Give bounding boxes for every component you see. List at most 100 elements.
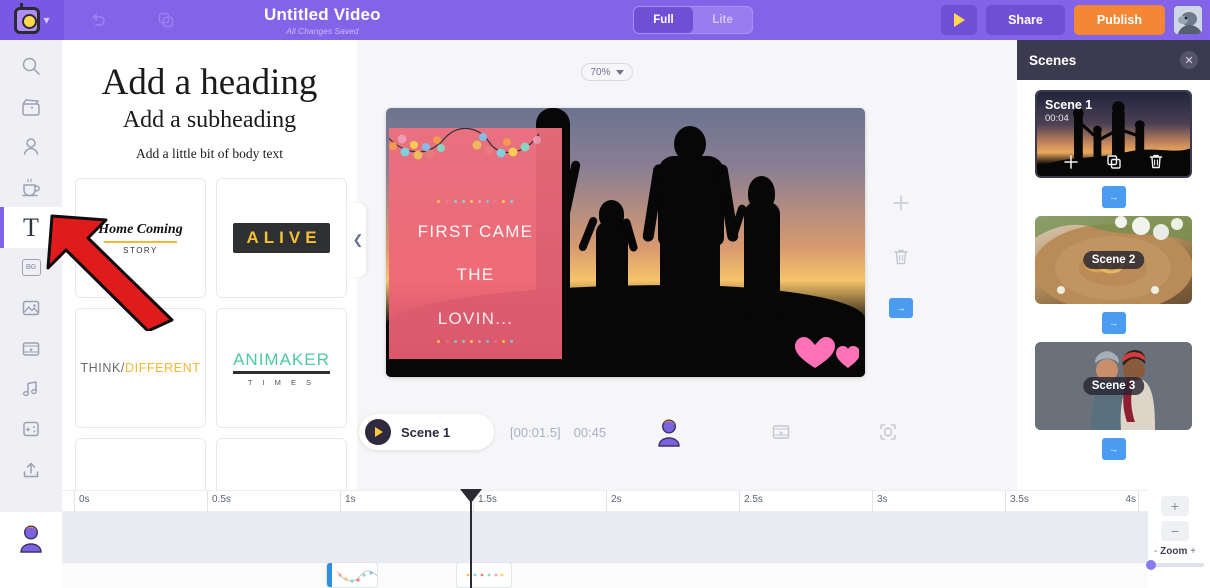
sidebar-item-text[interactable]: T [0,207,62,247]
scene-thumbnail-2[interactable]: Scene 2 [1035,216,1192,304]
zoom-slider[interactable] [1146,563,1204,567]
ruler-tick: 4s [1138,491,1139,513]
page-title: Untitled Video [264,5,381,25]
add-scene-between-2-3[interactable]: → [1102,312,1126,334]
copy-icon [156,10,176,30]
scene-play-pill[interactable]: Scene 1 [359,414,494,450]
timeline-ruler[interactable]: 0s 0.5s 1s 1.5s 2s 2.5s 3s 3.5s 4s [62,490,1148,512]
tick-label: 3s [877,494,888,505]
sidebar-item-effects[interactable] [0,409,62,449]
text-template-think-different[interactable]: THINK/DIFFERENT [75,308,206,428]
text-template-6[interactable] [216,438,347,490]
current-scene-label: Scene 1 [401,425,450,440]
zoom-slider-knob[interactable] [1146,560,1156,570]
timeline-tracks[interactable] [62,512,1148,588]
collapse-panel-button[interactable]: ❮ [350,203,366,277]
scene-add-button[interactable] [1063,153,1079,170]
text-template-home-coming[interactable]: Home Coming STORY [75,178,206,298]
transition-button[interactable]: → [889,298,913,318]
text-template-5[interactable] [75,438,206,490]
coffee-cup-icon [20,176,42,198]
chevron-down-icon [616,70,624,75]
add-heading-option[interactable]: Add a heading [72,62,347,103]
tick-label: 2.5s [744,494,763,505]
publish-button[interactable]: Publish [1074,5,1165,35]
left-toolbar: T BG [0,40,62,490]
scene-thumbnail-3[interactable]: Scene 3 [1035,342,1192,430]
timeline-track-row[interactable] [62,562,1148,588]
search-icon [20,55,42,77]
sidebar-item-video-clip[interactable] [0,329,62,369]
account-avatar[interactable] [16,523,46,553]
tick-label: 0.5s [212,494,231,505]
chevron-down-icon[interactable]: ▾ [43,14,49,26]
sidebar-item-image[interactable] [0,288,62,328]
character-avatar-icon [16,523,46,553]
zoom-out-button[interactable]: − [1161,521,1189,541]
scene-name: Scene 1 [1045,98,1092,112]
scene-duration: 00:04 [1045,113,1069,124]
mode-toggle[interactable]: Full Lite [633,6,753,34]
video-canvas[interactable]: First came the lovin... [386,108,865,377]
overlay-text-line-3: lovin... [389,297,562,340]
text-overlay-card[interactable]: First came the lovin... [389,128,562,359]
scene-actions [1037,153,1190,170]
add-video-button[interactable] [770,421,792,443]
heart-icons [793,335,859,369]
sidebar-item-prop[interactable] [0,167,62,207]
zoom-label-row: - Zoom + [1146,546,1204,557]
timeline-clip-1[interactable] [326,562,378,588]
duplicate-button[interactable] [132,0,200,40]
scene-delete-button[interactable] [1148,153,1164,170]
logo-button[interactable]: ▾ [0,0,64,40]
sidebar-item-video[interactable] [0,86,62,126]
sidebar-item-music[interactable] [0,369,62,409]
undo-button[interactable] [64,0,132,40]
tick-label: 0s [79,494,90,505]
project-title-block[interactable]: Untitled Video All Changes Saved [264,5,381,36]
scene-play-button[interactable] [365,419,391,445]
scene-thumbnail-1[interactable]: Scene 1 00:04 [1035,90,1192,178]
zoom-in-button[interactable]: + [1161,496,1189,516]
add-element-button[interactable] [888,190,914,216]
sidebar-item-character[interactable] [0,127,62,167]
text-template-animaker-times[interactable]: ANIMAKER T I M E S [216,308,347,428]
scenes-panel: Scenes ✕ Scene 1 00:04 [1017,40,1210,490]
delete-element-button[interactable] [888,244,914,270]
undo-icon [88,10,108,30]
add-body-text-option[interactable]: Add a little bit of body text [72,146,347,162]
overlay-text-line-2: the [389,253,562,296]
clip-left-handle[interactable] [327,563,332,587]
avatar[interactable] [1174,6,1202,34]
play-icon [375,427,383,437]
figure-adult-center-legs [660,236,720,326]
add-character-button[interactable] [654,417,684,447]
plus-icon [892,194,910,212]
film-icon [770,421,792,443]
tab-full[interactable]: Full [634,7,693,33]
close-icon[interactable]: ✕ [1180,51,1198,69]
timeline-playhead[interactable] [470,490,472,588]
trash-icon [1148,153,1164,170]
image-icon [20,297,42,319]
scenes-panel-header: Scenes ✕ [1017,40,1210,80]
tab-lite[interactable]: Lite [693,7,752,33]
zoom-plus-label: + [1190,546,1196,557]
text-template-alive[interactable]: ALIVE [216,178,347,298]
add-scene-after-3[interactable]: → [1102,438,1126,460]
add-scene-between-1-2[interactable]: → [1102,186,1126,208]
share-button[interactable]: Share [986,5,1065,35]
canvas-zoom-selector[interactable]: 70% [581,63,633,81]
timeline-clip-2[interactable] [456,562,512,588]
scene-duplicate-button[interactable] [1106,153,1122,170]
sidebar-item-search[interactable] [0,46,62,86]
playhead-handle[interactable] [460,489,482,503]
template-subtitle: STORY [98,246,182,255]
scene-name: Scene 2 [1083,251,1144,269]
focus-button[interactable] [877,421,899,443]
sidebar-item-upload[interactable] [0,450,62,490]
sidebar-item-bg[interactable]: BG [0,248,62,288]
focus-icon [877,421,899,443]
preview-play-button[interactable] [941,5,977,35]
add-subheading-option[interactable]: Add a subheading [72,107,347,134]
